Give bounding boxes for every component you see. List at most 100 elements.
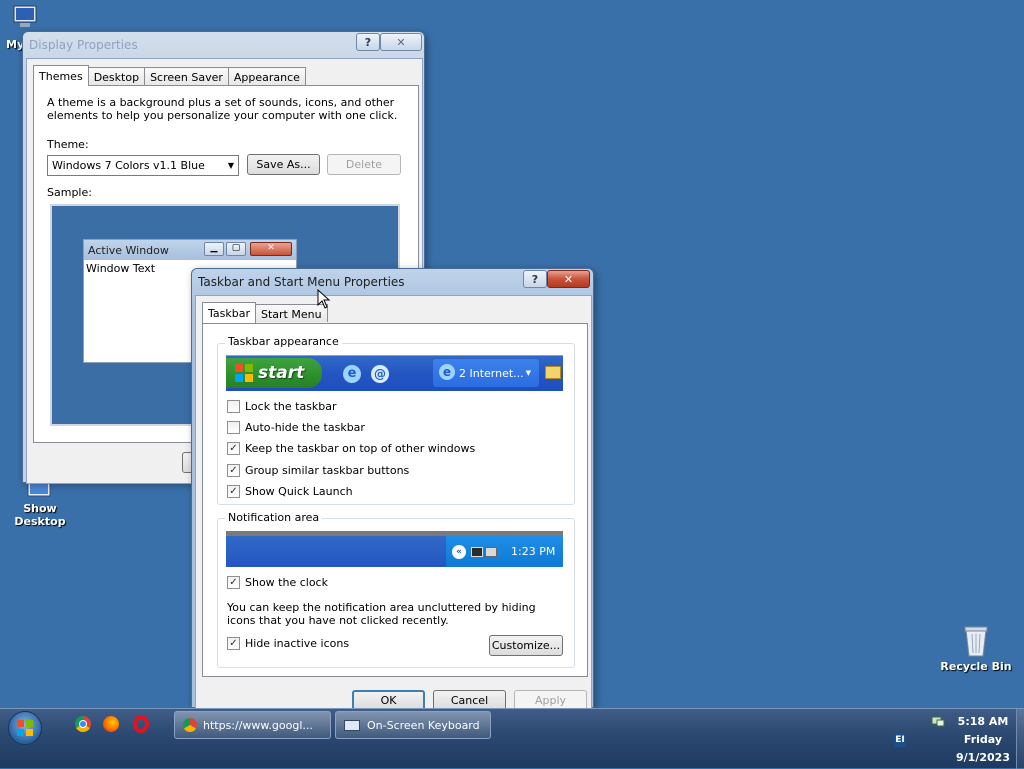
recycle-bin-desktop-icon[interactable]: Recycle Bin [936,624,1016,673]
hide-inactive-icons-checkbox[interactable]: ✓ Hide inactive icons [227,637,349,650]
theme-select-value: Windows 7 Colors v1.1 Blue [52,159,205,172]
close-button[interactable]: ✕ [380,33,422,51]
checkmark-icon: ✓ [227,442,240,455]
start-preview-button: start [226,358,322,388]
checkmark-icon: ✓ [227,485,240,498]
clock-date: 9/1/2023 [956,751,1010,764]
checkbox-label: Show Quick Launch [245,485,353,498]
keep-on-top-checkbox[interactable]: ✓ Keep the taskbar on top of other windo… [227,442,475,455]
start-button[interactable] [8,711,42,745]
notification-area-label: Notification area [225,511,323,524]
checkmark-icon: ✓ [227,637,240,650]
notification-preview: « 1:23 PM [226,531,563,567]
theme-label: Theme: [47,138,89,151]
chrome-center [79,720,87,728]
printer-icon [485,546,497,557]
tray-time: 1:23 PM [511,545,556,558]
ie-icon: e [343,365,361,383]
tab-themes[interactable]: Themes [33,65,89,86]
task-label: https://www.googl... [203,718,313,732]
tab-desktop[interactable]: Desktop [87,67,146,85]
preview-task-label: 2 Internet... [459,366,524,380]
task-on-screen-keyboard[interactable]: On-Screen Keyboard [335,711,491,739]
theme-select[interactable]: Windows 7 Colors v1.1 Blue ▼ [47,155,239,176]
computer-icon [13,5,37,27]
keyboard-icon [344,719,360,731]
taskbar-appearance-label: Taskbar appearance [225,335,342,348]
desktop: My Show Desktop Recycle Bin Display Prop… [0,0,1024,711]
browser-icon: @ [371,365,389,383]
taskbar: https://www.googl... On-Screen Keyboard … [0,708,1024,769]
tab-appearance[interactable]: Appearance [227,67,306,85]
save-as-button[interactable]: Save As... [247,154,320,175]
chevron-down-icon: ▼ [227,161,234,170]
lock-taskbar-checkbox[interactable]: Lock the taskbar [227,400,337,413]
network-icon[interactable] [931,714,945,728]
checkbox-label: Keep the taskbar on top of other windows [245,442,476,455]
show-quick-launch-checkbox[interactable]: ✓ Show Quick Launch [227,485,353,498]
close-button[interactable]: ✕ [547,270,590,288]
tray-preview: « 1:23 PM [446,536,563,567]
taskbar-tabbar: Taskbar Start Menu [202,302,328,323]
theme-description: A theme is a background plus a set of so… [47,96,398,122]
clock[interactable]: 5:18 AM Friday 9/1/2023 [950,713,1016,767]
firefox-icon[interactable] [103,716,119,732]
clock-time: 5:18 AM [957,715,1009,728]
recycle-bin-label: Recycle Bin [940,660,1012,673]
start-preview-label: start [258,363,305,383]
checkbox-label: Lock the taskbar [245,400,337,413]
opera-icon[interactable] [133,715,149,733]
checkbox-box [227,421,240,434]
help-button[interactable]: ? [356,33,380,51]
show-clock-checkbox[interactable]: ✓ Show the clock [227,576,328,589]
sample-window-titlebar: Active Window ▁ ▢ ✕ [84,240,296,260]
chrome-icon[interactable] [75,716,91,732]
group-buttons-checkbox[interactable]: ✓ Group similar taskbar buttons [227,464,409,477]
my-computer-desktop-icon[interactable]: My [0,4,52,51]
language-indicator[interactable]: EI [894,733,906,747]
notification-description: You can keep the notification area unclu… [227,601,536,627]
display-properties-title: Display Properties [29,38,138,52]
folder-icon [545,366,561,379]
close-icon: ✕ [250,242,292,256]
taskbar-preview: start e @ e 2 Internet... ▼ [226,355,563,391]
checkmark-icon: ✓ [227,576,240,589]
checkbox-label: Group similar taskbar buttons [245,464,410,477]
chrome-icon [183,718,197,732]
minimize-icon: ▁ [204,242,224,256]
cursor-icon [317,289,331,309]
chevron-left-icon: « [452,544,466,559]
taskbar-panel: Taskbar appearance start e @ e 2 Interne… [202,323,588,677]
windows-logo-icon [235,364,253,382]
checkmark-icon: ✓ [227,464,240,477]
sample-label: Sample: [47,186,92,199]
task-chrome[interactable]: https://www.googl... [174,711,331,739]
auto-hide-checkbox[interactable]: Auto-hide the taskbar [227,421,365,434]
sample-window-title: Active Window [88,243,169,257]
display-tabbar: Themes Desktop Screen Saver Appearance [33,65,306,86]
customize-button[interactable]: Customize... [489,635,563,656]
preview-task-button: e 2 Internet... ▼ [433,359,539,387]
tab-screen-saver[interactable]: Screen Saver [144,67,229,85]
show-desktop-strip[interactable] [1016,709,1024,769]
taskbar-properties-client: Taskbar Start Menu Taskbar appearance st… [195,295,592,711]
delete-button[interactable]: Delete [327,154,401,175]
recycle-bin-icon [964,626,988,657]
checkbox-label: Hide inactive icons [245,637,350,650]
task-label: On-Screen Keyboard [367,718,480,732]
checkbox-label: Show the clock [245,576,328,589]
tab-taskbar[interactable]: Taskbar [202,302,256,323]
clock-day: Friday [963,733,1003,746]
ie-icon: e [439,364,455,380]
show-desktop-label-1: Show [23,502,57,515]
network-icon [471,546,483,557]
help-button[interactable]: ? [523,270,547,288]
chevron-down-icon: ▼ [525,369,532,377]
show-desktop-label-2: Desktop [14,515,66,528]
taskbar-properties-title: Taskbar and Start Menu Properties [198,275,405,289]
windows-logo-icon [17,720,33,736]
checkbox-label: Auto-hide the taskbar [245,421,365,434]
checkbox-box [227,400,240,413]
taskbar-properties-window: Taskbar and Start Menu Properties ? ✕ Ta… [191,268,594,711]
maximize-icon: ▢ [226,242,246,256]
